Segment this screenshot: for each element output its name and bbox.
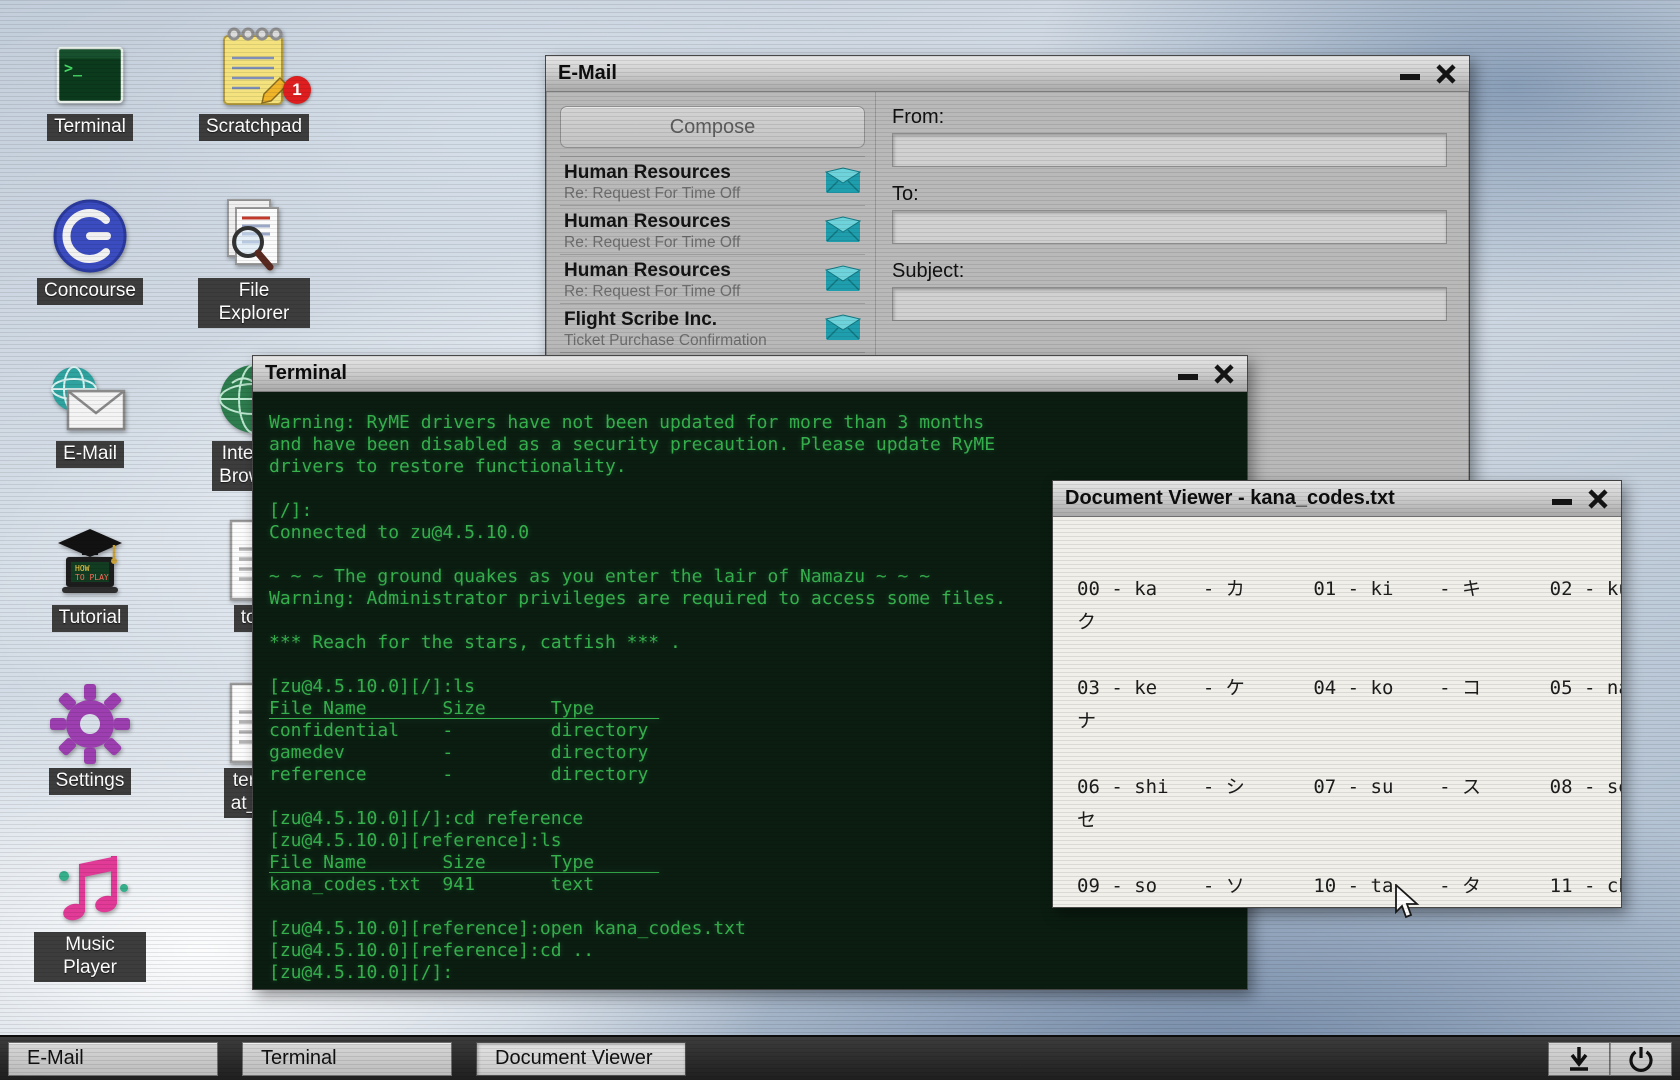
desktop-icon-label: Tutorial	[52, 605, 129, 632]
desktop-icon-tutorial[interactable]: HOWTO PLAY Tutorial	[34, 511, 146, 632]
envelope-icon	[825, 216, 861, 248]
email-subject: Re: Request For Time Off	[564, 283, 819, 301]
taskbar-button-e-mail[interactable]: E-Mail	[8, 1042, 218, 1076]
email-subject: Re: Request For Time Off	[564, 234, 819, 252]
taskbar-system-tray	[1548, 1042, 1672, 1076]
taskbar-button-document-viewer[interactable]: Document Viewer	[476, 1042, 686, 1076]
to-label: To:	[892, 183, 1447, 206]
close-icon[interactable]	[1213, 363, 1235, 385]
scratchpad-icon: 1	[209, 20, 299, 112]
concourse-icon	[45, 184, 135, 276]
desktop-icon-concourse[interactable]: Concourse	[34, 184, 146, 305]
minimize-icon[interactable]	[1552, 499, 1572, 505]
document-viewer-titlebar[interactable]: Document Viewer - kana_codes.txt	[1053, 481, 1621, 517]
subject-label: Subject:	[892, 260, 1447, 283]
desktop-icon-label: Settings	[49, 768, 132, 795]
email-list-item[interactable]: Flight Scribe Inc. Ticket Purchase Confi…	[560, 304, 865, 353]
desktop-icon-label: Terminal	[47, 114, 133, 141]
desktop-icon-label: Music Player	[34, 932, 146, 982]
email-window-titlebar[interactable]: E-Mail	[546, 56, 1469, 92]
desktop-icon-terminal[interactable]: >_ Terminal	[34, 20, 146, 141]
close-icon[interactable]	[1435, 63, 1457, 85]
desktop-icon-file-explorer[interactable]: File Explorer	[198, 184, 310, 328]
document-line	[1077, 837, 1607, 870]
document-line: 09 - so - ソ 10 - ta - タ 11 - chi -	[1077, 870, 1607, 903]
envelope-icon	[825, 265, 861, 297]
notification-badge: 1	[283, 76, 311, 104]
document-line	[1077, 639, 1607, 672]
file-explorer-icon	[209, 184, 299, 276]
svg-text:HOW: HOW	[75, 564, 90, 573]
power-icon[interactable]	[1610, 1042, 1672, 1076]
email-list-item[interactable]: Human Resources Re: Request For Time Off	[560, 206, 865, 255]
email-subject: Re: Request For Time Off	[564, 185, 819, 203]
document-line: ナ	[1077, 705, 1607, 738]
email-window-title: E-Mail	[558, 62, 617, 85]
to-field[interactable]	[892, 210, 1447, 244]
email-subject: Ticket Purchase Confirmation	[564, 332, 819, 350]
desktop-icon-label: File Explorer	[198, 278, 310, 328]
document-line	[1077, 738, 1607, 771]
close-icon[interactable]	[1587, 488, 1609, 510]
terminal-icon: >_	[45, 20, 135, 112]
from-label: From:	[892, 106, 1447, 129]
document-line: 00 - ka - カ 01 - ki - キ 02 - ku -	[1077, 573, 1607, 606]
document-line: ク	[1077, 606, 1607, 639]
minimize-icon[interactable]	[1400, 74, 1420, 80]
svg-text:TO PLAY: TO PLAY	[75, 573, 109, 582]
email-sender: Flight Scribe Inc.	[564, 309, 819, 331]
terminal-line: drivers to restore functionality.	[269, 456, 1237, 478]
subject-field[interactable]	[892, 287, 1447, 321]
envelope-icon	[825, 167, 861, 199]
terminal-window-titlebar[interactable]: Terminal	[253, 356, 1247, 392]
terminal-line: and have been disabled as a security pre…	[269, 434, 1237, 456]
document-line: セ	[1077, 804, 1607, 837]
document-content[interactable]: 00 - ka - カ 01 - ki - キ 02 - ku - ク 03 -…	[1053, 517, 1621, 907]
terminal-line: [zu@4.5.10.0][reference]:cd ..	[269, 940, 1237, 962]
taskbar-button-label: Terminal	[261, 1047, 337, 1069]
document-viewer-title: Document Viewer - kana_codes.txt	[1065, 487, 1395, 510]
terminal-line: [zu@4.5.10.0][reference]:open kana_codes…	[269, 918, 1237, 940]
desktop-icon-label: E-Mail	[56, 441, 124, 468]
terminal-line: Warning: RyME drivers have not been upda…	[269, 412, 1237, 434]
desktop-icon-scratchpad[interactable]: 1 Scratchpad	[198, 20, 310, 141]
taskbar-button-label: E-Mail	[27, 1047, 84, 1069]
taskbar-button-label: Document Viewer	[495, 1047, 652, 1069]
document-line: 06 - shi - シ 07 - su - ス 08 - se -	[1077, 771, 1607, 804]
desktop-icon-music-player[interactable]: Music Player	[34, 838, 146, 982]
desktop-icon-label: Concourse	[37, 278, 143, 305]
minimize-icon[interactable]	[1178, 374, 1198, 380]
email-list: Human Resources Re: Request For Time Off…	[560, 156, 865, 353]
desktop-icon-e-mail[interactable]: E-Mail	[34, 347, 146, 468]
email-list-item[interactable]: Human Resources Re: Request For Time Off	[560, 255, 865, 304]
email-sender: Human Resources	[564, 162, 819, 184]
document-line: 03 - ke - ケ 04 - ko - コ 05 - na -	[1077, 672, 1607, 705]
email-list-item[interactable]: Human Resources Re: Request For Time Off	[560, 157, 865, 206]
email-icon	[45, 347, 135, 439]
desktop-icon-settings[interactable]: Settings	[34, 674, 146, 795]
svg-text:>_: >_	[64, 59, 83, 77]
desktop-icon-label: Scratchpad	[199, 114, 309, 141]
envelope-icon	[825, 314, 861, 346]
email-sender: Human Resources	[564, 260, 819, 282]
gear-icon	[45, 674, 135, 766]
taskbar: E-Mail Terminal Document Viewer	[0, 1035, 1680, 1080]
tutorial-icon: HOWTO PLAY	[45, 511, 135, 603]
from-field[interactable]	[892, 133, 1447, 167]
music-icon	[45, 838, 135, 930]
compose-button[interactable]: Compose	[560, 106, 865, 148]
download-icon[interactable]	[1548, 1042, 1610, 1076]
terminal-line: [zu@4.5.10.0][/]:	[269, 962, 1237, 984]
document-viewer-window: Document Viewer - kana_codes.txt 00 - ka…	[1052, 480, 1622, 908]
email-sender: Human Resources	[564, 211, 819, 233]
terminal-window-title: Terminal	[265, 362, 347, 385]
taskbar-button-terminal[interactable]: Terminal	[242, 1042, 452, 1076]
